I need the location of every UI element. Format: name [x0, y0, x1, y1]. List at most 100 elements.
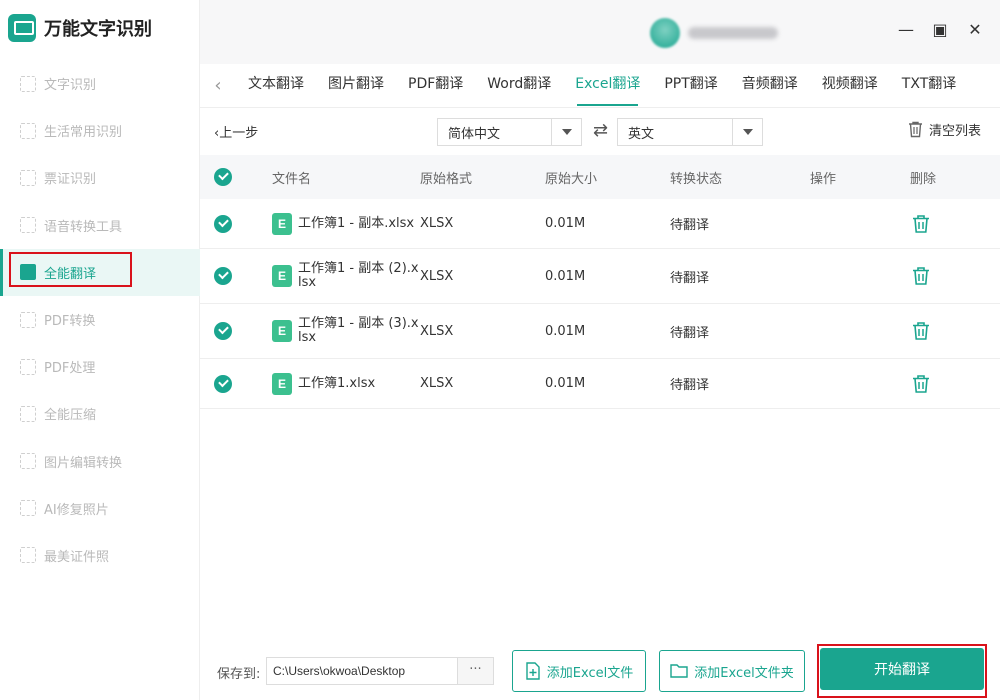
- row-checkbox[interactable]: [214, 374, 232, 393]
- app-title: 万能文字识别: [44, 19, 152, 40]
- select-all-checkbox[interactable]: [214, 168, 232, 186]
- scan-icon: [20, 169, 36, 186]
- header-status: 转换状态: [670, 171, 723, 187]
- ai-icon: [20, 500, 36, 517]
- table-row: E 工作簿1 - 副本 (3).xlsx XLSX 0.01M 待翻译: [200, 304, 1000, 359]
- tab-image-translate[interactable]: 图片翻译: [316, 64, 396, 108]
- tab-word-translate[interactable]: Word翻译: [475, 64, 563, 108]
- translate-tabs: ‹ 文本翻译 图片翻译 PDF翻译 Word翻译 Excel翻译 PPT翻译 音…: [200, 64, 1000, 108]
- swap-icon[interactable]: ⇄: [593, 120, 608, 141]
- delete-row-button[interactable]: [910, 265, 932, 287]
- app-logo: 万能文字识别: [8, 14, 152, 42]
- file-cell: E 工作簿1 - 副本 (3).xlsx: [272, 317, 420, 345]
- footer-bar: 保存到: C:\Users\okwoa\Desktop ··· 添加Excel文…: [200, 640, 1000, 700]
- file-format: XLSX: [420, 376, 454, 391]
- file-name: 工作簿1 - 副本.xlsx: [298, 215, 415, 231]
- table-row: E 工作簿1 - 副本.xlsx XLSX 0.01M 待翻译: [200, 199, 1000, 249]
- sidebar-item-label: 票证识别: [44, 172, 97, 188]
- source-language-select[interactable]: 简体中文: [437, 118, 582, 146]
- target-language-value: 英文: [628, 126, 655, 142]
- tab-excel-translate[interactable]: Excel翻译: [563, 64, 652, 108]
- image-icon: [20, 453, 36, 470]
- chevron-left-icon[interactable]: ‹: [200, 75, 236, 96]
- check-icon: [214, 214, 232, 233]
- avatar: [650, 18, 680, 48]
- sidebar-item-pdf-convert[interactable]: PDF转换: [0, 296, 200, 343]
- tab-ppt-translate[interactable]: PPT翻译: [652, 64, 729, 108]
- row-checkbox[interactable]: [214, 322, 232, 340]
- add-excel-file-button[interactable]: 添加Excel文件: [512, 650, 646, 692]
- file-status: 待翻译: [670, 325, 710, 341]
- title-bar: — ▣ ✕: [200, 0, 1000, 64]
- source-language-value: 简体中文: [448, 126, 501, 142]
- sidebar-item-image-edit[interactable]: 图片编辑转换: [0, 438, 200, 485]
- toolbar: ‹上一步 简体中文 ⇄ 英文 清空列表: [200, 110, 1000, 154]
- folder-icon: [670, 664, 688, 678]
- add-file-icon: [526, 662, 540, 680]
- tab-txt-translate[interactable]: TXT翻译: [890, 64, 968, 108]
- file-format: XLSX: [420, 323, 454, 339]
- row-checkbox[interactable]: [214, 267, 232, 285]
- file-status: 待翻译: [670, 270, 710, 286]
- user-profile[interactable]: [650, 18, 778, 48]
- browse-button[interactable]: ···: [457, 658, 493, 684]
- sidebar-item-ticket-ocr[interactable]: 票证识别: [0, 154, 200, 201]
- save-path-field[interactable]: C:\Users\okwoa\Desktop ···: [266, 657, 494, 685]
- file-size: 0.01M: [545, 268, 586, 284]
- header-filename: 文件名: [272, 171, 312, 187]
- target-language-select[interactable]: 英文: [617, 118, 763, 146]
- sidebar-item-ai-photo[interactable]: AI修复照片: [0, 485, 200, 532]
- sidebar-item-label: 图片编辑转换: [44, 455, 123, 471]
- add-excel-folder-button[interactable]: 添加Excel文件夹: [659, 650, 805, 692]
- scan-icon: [20, 122, 36, 139]
- trash-icon: [913, 374, 929, 393]
- chevron-down-icon: [732, 119, 762, 145]
- sidebar-item-label: 文字识别: [44, 78, 97, 94]
- delete-row-button[interactable]: [910, 213, 932, 235]
- file-cell: E 工作簿1.xlsx: [272, 372, 420, 395]
- sidebar-item-id-photo[interactable]: 最美证件照: [0, 532, 200, 579]
- trash-icon: [913, 322, 929, 340]
- check-icon: [214, 267, 232, 285]
- id-photo-icon: [20, 547, 36, 564]
- row-checkbox[interactable]: [214, 214, 232, 233]
- sidebar-item-label: 语音转换工具: [44, 219, 123, 235]
- sidebar-item-life-ocr[interactable]: 生活常用识别: [0, 107, 200, 154]
- clear-list-label: 清空列表: [929, 124, 982, 139]
- header-format: 原始格式: [420, 171, 473, 187]
- add-excel-file-label: 添加Excel文件: [546, 665, 634, 681]
- save-to-label: 保存到:: [217, 667, 261, 682]
- sidebar-item-pdf-process[interactable]: PDF处理: [0, 343, 200, 390]
- sidebar-item-label: 最美证件照: [44, 549, 110, 565]
- tab-audio-translate[interactable]: 音频翻译: [730, 64, 810, 108]
- sidebar-item-text-ocr[interactable]: 文字识别: [0, 60, 200, 107]
- back-button[interactable]: ‹上一步: [214, 122, 258, 141]
- pdf-icon: [20, 311, 36, 328]
- header-operation: 操作: [810, 171, 837, 187]
- delete-row-button[interactable]: [910, 320, 932, 342]
- file-cell: E 工作簿1 - 副本 (2).xlsx: [272, 262, 420, 290]
- table-header: 文件名 原始格式 原始大小 转换状态 操作 删除: [200, 155, 1000, 199]
- tab-pdf-translate[interactable]: PDF翻译: [396, 64, 475, 108]
- maximize-button[interactable]: ▣: [928, 20, 952, 39]
- file-size: 0.01M: [545, 323, 586, 339]
- start-translate-button[interactable]: 开始翻译: [820, 648, 984, 690]
- clear-list-button[interactable]: 清空列表: [908, 120, 981, 139]
- file-name: 工作簿1 - 副本 (3).xlsx: [298, 316, 419, 345]
- sidebar-item-voice-tools[interactable]: 语音转换工具: [0, 202, 200, 249]
- add-excel-folder-label: 添加Excel文件夹: [694, 665, 794, 681]
- tab-text-translate[interactable]: 文本翻译: [236, 64, 316, 108]
- table-row: E 工作簿1 - 副本 (2).xlsx XLSX 0.01M 待翻译: [200, 249, 1000, 304]
- trash-icon: [913, 214, 929, 233]
- minimize-button[interactable]: —: [894, 20, 918, 39]
- sidebar-item-compress[interactable]: 全能压缩: [0, 390, 200, 437]
- check-icon: [214, 322, 232, 340]
- file-format: XLSX: [420, 216, 454, 231]
- sidebar-item-translate[interactable]: 全能翻译: [0, 248, 200, 297]
- file-cell: E 工作簿1 - 副本.xlsx: [272, 212, 420, 235]
- close-button[interactable]: ✕: [963, 20, 987, 39]
- file-size: 0.01M: [545, 376, 586, 391]
- tab-video-translate[interactable]: 视频翻译: [810, 64, 890, 108]
- delete-row-button[interactable]: [910, 373, 932, 395]
- sidebar-item-label: AI修复照片: [44, 502, 109, 518]
